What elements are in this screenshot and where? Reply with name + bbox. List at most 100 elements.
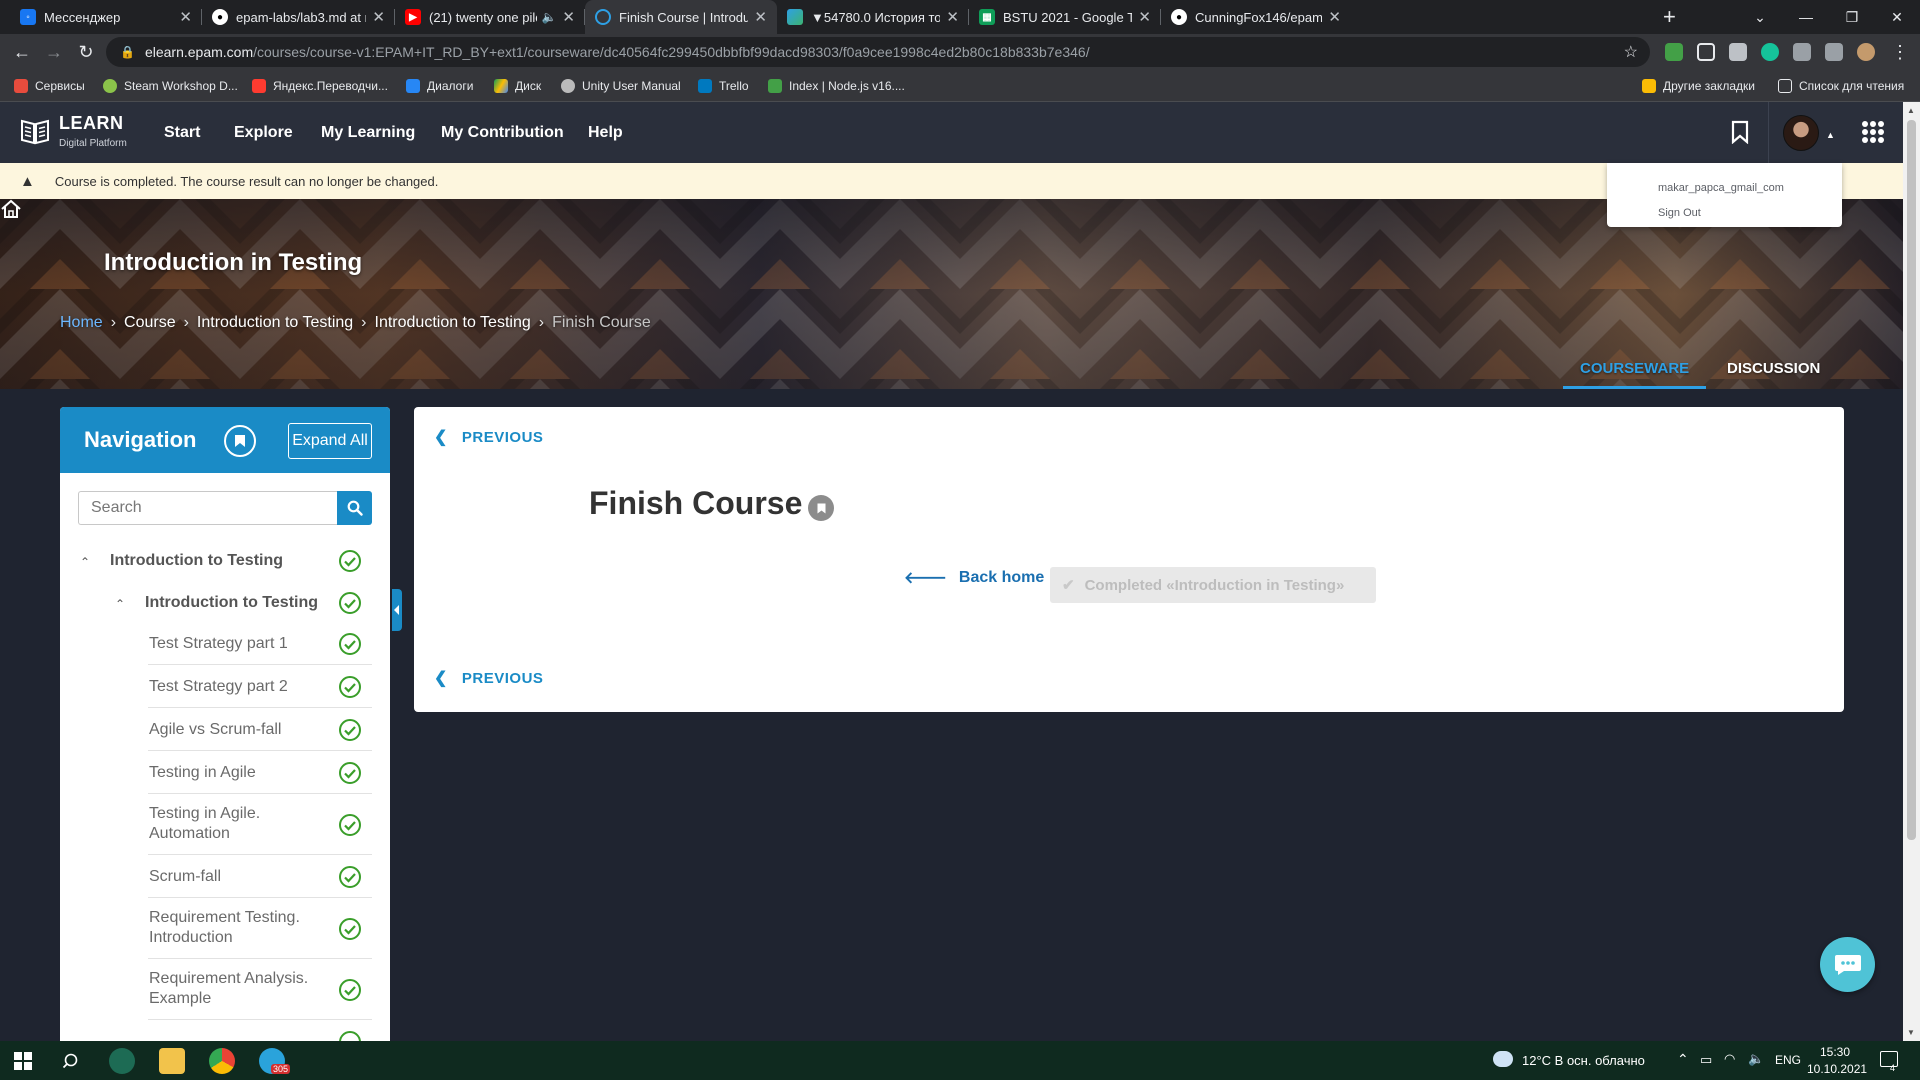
bookmark-steam[interactable]: Steam Workshop D... bbox=[103, 70, 238, 102]
navigation-search-input[interactable] bbox=[78, 491, 337, 525]
close-tab-icon[interactable]: ✕ bbox=[372, 8, 385, 26]
audio-playing-icon[interactable]: 🔈 bbox=[541, 10, 556, 24]
unit-requirement-testing-introduction[interactable]: Requirement Testing. Introduction bbox=[60, 898, 390, 959]
page-scrollbar[interactable]: ▲ ▼ bbox=[1903, 102, 1920, 1041]
bookmark-trello[interactable]: Trello bbox=[698, 70, 749, 102]
chevron-up-icon[interactable]: ⌃ bbox=[1677, 1051, 1689, 1068]
search-icon[interactable] bbox=[63, 1052, 81, 1070]
bookmark-unity[interactable]: Unity User Manual bbox=[561, 70, 681, 102]
caret-up-icon[interactable]: ▲ bbox=[1826, 130, 1835, 140]
address-bar[interactable]: 🔒 elearn.epam.com /courses/course-v1:EPA… bbox=[106, 37, 1650, 67]
nav-explore[interactable]: Explore bbox=[234, 102, 293, 163]
back-home-button[interactable]: 🡐 Back home bbox=[904, 567, 1044, 588]
unit-next-partial[interactable] bbox=[60, 1020, 390, 1041]
nav-start[interactable]: Start bbox=[164, 102, 200, 163]
close-tab-icon[interactable]: ✕ bbox=[179, 8, 192, 26]
browser-tab-github-repo[interactable]: ● CunningFox146/epam-labs ✕ bbox=[1161, 0, 1351, 34]
tab-discussion[interactable]: DISCUSSION bbox=[1727, 349, 1820, 389]
reading-list-button[interactable]: Список для чтения bbox=[1778, 70, 1904, 102]
nav-my-learning[interactable]: My Learning bbox=[321, 102, 415, 163]
bookmark-icon[interactable] bbox=[1730, 120, 1750, 144]
collapse-sidebar-handle[interactable] bbox=[392, 589, 402, 631]
notifications-icon[interactable] bbox=[1880, 1051, 1898, 1067]
browser-tab-google-sheets[interactable]: ▦ BSTU 2021 - Google Таблицы ✕ bbox=[969, 0, 1161, 34]
restore-window-button[interactable]: ❐ bbox=[1829, 0, 1875, 34]
weather-text[interactable]: 12°C В осн. облачно bbox=[1522, 1053, 1645, 1068]
close-tab-icon[interactable]: ✕ bbox=[562, 8, 575, 26]
browser-tab-youtube[interactable]: ▶ (21) twenty one pilots - Lea 🔈 ✕ bbox=[395, 0, 585, 34]
open-book-icon[interactable] bbox=[20, 117, 50, 145]
wifi-icon[interactable]: ◠ bbox=[1724, 1051, 1735, 1067]
breadcrumb-course[interactable]: Course bbox=[124, 314, 176, 332]
browser-tab-finish-course[interactable]: Finish Course | Introduction to T ✕ bbox=[585, 0, 777, 34]
browser-tab-trading[interactable]: ▼54780.0 История торгов - Bi ✕ bbox=[777, 0, 969, 34]
sign-out-link[interactable]: Sign Out bbox=[1658, 207, 1701, 219]
bookmark-nodejs[interactable]: Index | Node.js v16.... bbox=[768, 70, 905, 102]
previous-button-top[interactable]: ❮ PREVIOUS bbox=[434, 427, 543, 447]
clock-date[interactable]: 10.10.2021 bbox=[1807, 1062, 1867, 1076]
reload-icon[interactable]: ↻ bbox=[74, 40, 98, 64]
close-tab-icon[interactable]: ✕ bbox=[754, 8, 767, 26]
unit-agile-vs-scrum-fall[interactable]: Agile vs Scrum-fall bbox=[60, 708, 390, 751]
nav-my-contribution[interactable]: My Contribution bbox=[441, 102, 564, 163]
clock-time[interactable]: 15:30 bbox=[1820, 1045, 1850, 1059]
dropdown-username[interactable]: makar_papca_gmail_com bbox=[1658, 182, 1784, 194]
expand-all-button[interactable]: Expand All bbox=[288, 423, 372, 459]
profile-avatar[interactable] bbox=[1857, 43, 1875, 61]
unit-test-strategy-part-1[interactable]: Test Strategy part 1 bbox=[60, 622, 390, 665]
chevron-up-icon[interactable]: ⌃ bbox=[80, 555, 90, 569]
windows-start-icon[interactable] bbox=[14, 1052, 32, 1070]
chevron-up-icon[interactable]: ⌃ bbox=[115, 597, 125, 611]
unit-bookmark-icon[interactable] bbox=[808, 495, 834, 521]
database-extension-icon[interactable] bbox=[1729, 43, 1747, 61]
bookmarks-toggle-icon[interactable] bbox=[224, 425, 256, 457]
unit-scrum-fall[interactable]: Scrum-fall bbox=[60, 855, 390, 898]
section-introduction-to-testing[interactable]: ⌃ Introduction to Testing bbox=[60, 543, 390, 579]
browser-tab-messenger[interactable]: ◦ Мессенджер ✕ bbox=[10, 0, 202, 34]
close-tab-icon[interactable]: ✕ bbox=[946, 8, 959, 26]
bookmark-apps[interactable]: Сервисы bbox=[14, 70, 85, 102]
grammarly-icon[interactable] bbox=[1761, 43, 1779, 61]
close-tab-icon[interactable]: ✕ bbox=[1138, 8, 1151, 26]
reader-extension-icon[interactable] bbox=[1697, 43, 1715, 61]
chrome-icon[interactable] bbox=[209, 1048, 235, 1074]
bookmark-dialogs[interactable]: Диалоги bbox=[406, 70, 473, 102]
scrollbar-thumb[interactable] bbox=[1907, 120, 1916, 840]
reading-list-icon[interactable] bbox=[1825, 43, 1843, 61]
forward-icon[interactable]: → bbox=[42, 40, 66, 64]
app-icon[interactable] bbox=[109, 1048, 135, 1074]
file-explorer-icon[interactable] bbox=[159, 1048, 185, 1074]
user-avatar[interactable] bbox=[1783, 115, 1819, 151]
tab-search-icon[interactable]: ⌄ bbox=[1737, 0, 1783, 34]
cloud-weather-icon[interactable] bbox=[1493, 1051, 1513, 1067]
unit-testing-in-agile-automation[interactable]: Testing in Agile. Automation bbox=[60, 794, 390, 855]
tab-courseware[interactable]: COURSEWARE bbox=[1563, 349, 1707, 389]
home-icon[interactable] bbox=[0, 199, 22, 219]
breadcrumb-section[interactable]: Introduction to Testing bbox=[197, 314, 353, 332]
download-extension-icon[interactable] bbox=[1665, 43, 1683, 61]
unit-test-strategy-part-2[interactable]: Test Strategy part 2 bbox=[60, 665, 390, 708]
chat-button[interactable] bbox=[1820, 937, 1875, 992]
logo-title[interactable]: LEARN bbox=[59, 113, 124, 134]
previous-button-bottom[interactable]: ❮ PREVIOUS bbox=[434, 668, 543, 688]
apps-grid-icon[interactable] bbox=[1862, 121, 1884, 143]
search-button[interactable] bbox=[337, 491, 372, 525]
other-bookmarks-folder[interactable]: Другие закладки bbox=[1642, 70, 1755, 102]
language-indicator[interactable]: ENG bbox=[1775, 1053, 1801, 1067]
close-window-button[interactable]: ✕ bbox=[1874, 0, 1920, 34]
bookmark-disk[interactable]: Диск bbox=[494, 70, 541, 102]
minimize-window-button[interactable]: — bbox=[1783, 0, 1829, 34]
browser-tab-github-lab3[interactable]: ● epam-labs/lab3.md at master · C ✕ bbox=[202, 0, 395, 34]
unit-testing-in-agile[interactable]: Testing in Agile bbox=[60, 751, 390, 794]
subsection-introduction-to-testing[interactable]: ⌃ Introduction to Testing bbox=[60, 585, 390, 621]
extensions-puzzle-icon[interactable] bbox=[1793, 43, 1811, 61]
breadcrumb-home[interactable]: Home bbox=[60, 314, 103, 332]
nav-help[interactable]: Help bbox=[588, 102, 623, 163]
browser-menu-icon[interactable]: ⋮ bbox=[1888, 40, 1912, 64]
breadcrumb-subsection[interactable]: Introduction to Testing bbox=[375, 314, 531, 332]
close-tab-icon[interactable]: ✕ bbox=[1328, 8, 1341, 26]
unit-requirement-analysis-example[interactable]: Requirement Analysis. Example bbox=[60, 959, 390, 1020]
bookmark-yandex-translate[interactable]: Яндекс.Переводчи... bbox=[252, 70, 388, 102]
network-icon[interactable]: ▭ bbox=[1700, 1052, 1712, 1068]
new-tab-button[interactable]: + bbox=[1663, 4, 1676, 30]
